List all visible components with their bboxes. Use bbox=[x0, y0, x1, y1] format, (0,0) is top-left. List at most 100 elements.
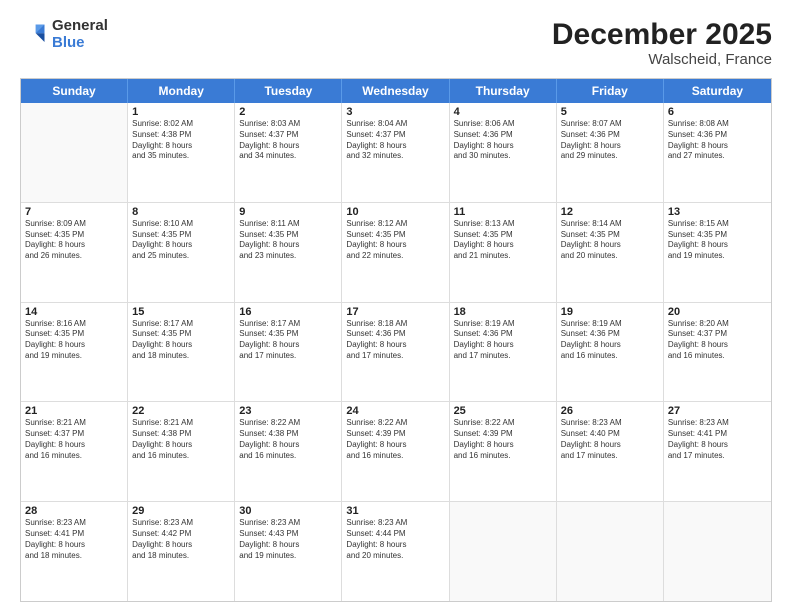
day-number: 9 bbox=[239, 206, 337, 218]
cell-info: Sunrise: 8:15 AM Sunset: 4:35 PM Dayligh… bbox=[668, 219, 767, 262]
calendar-cell: 3Sunrise: 8:04 AM Sunset: 4:37 PM Daylig… bbox=[342, 103, 449, 202]
day-number: 10 bbox=[346, 206, 444, 218]
day-number: 21 bbox=[25, 405, 123, 417]
cell-info: Sunrise: 8:22 AM Sunset: 4:39 PM Dayligh… bbox=[454, 418, 552, 461]
calendar-cell: 15Sunrise: 8:17 AM Sunset: 4:35 PM Dayli… bbox=[128, 303, 235, 402]
day-number: 4 bbox=[454, 106, 552, 118]
day-number: 24 bbox=[346, 405, 444, 417]
calendar-row-4: 28Sunrise: 8:23 AM Sunset: 4:41 PM Dayli… bbox=[21, 502, 771, 601]
calendar-cell: 21Sunrise: 8:21 AM Sunset: 4:37 PM Dayli… bbox=[21, 402, 128, 501]
day-number: 30 bbox=[239, 505, 337, 517]
header: General Blue December 2025 Walscheid, Fr… bbox=[20, 18, 772, 68]
cell-info: Sunrise: 8:10 AM Sunset: 4:35 PM Dayligh… bbox=[132, 219, 230, 262]
calendar-cell: 25Sunrise: 8:22 AM Sunset: 4:39 PM Dayli… bbox=[450, 402, 557, 501]
calendar-cell: 20Sunrise: 8:20 AM Sunset: 4:37 PM Dayli… bbox=[664, 303, 771, 402]
cell-info: Sunrise: 8:12 AM Sunset: 4:35 PM Dayligh… bbox=[346, 219, 444, 262]
calendar-cell: 7Sunrise: 8:09 AM Sunset: 4:35 PM Daylig… bbox=[21, 203, 128, 302]
header-day-wednesday: Wednesday bbox=[342, 79, 449, 103]
day-number: 17 bbox=[346, 306, 444, 318]
cell-info: Sunrise: 8:09 AM Sunset: 4:35 PM Dayligh… bbox=[25, 219, 123, 262]
calendar-cell: 11Sunrise: 8:13 AM Sunset: 4:35 PM Dayli… bbox=[450, 203, 557, 302]
calendar-cell: 12Sunrise: 8:14 AM Sunset: 4:35 PM Dayli… bbox=[557, 203, 664, 302]
logo-line1: General bbox=[52, 18, 108, 35]
cell-info: Sunrise: 8:07 AM Sunset: 4:36 PM Dayligh… bbox=[561, 119, 659, 162]
day-number: 1 bbox=[132, 106, 230, 118]
calendar-cell bbox=[664, 502, 771, 601]
logo-line2: Blue bbox=[52, 35, 108, 52]
day-number: 31 bbox=[346, 505, 444, 517]
calendar-cell: 18Sunrise: 8:19 AM Sunset: 4:36 PM Dayli… bbox=[450, 303, 557, 402]
cell-info: Sunrise: 8:18 AM Sunset: 4:36 PM Dayligh… bbox=[346, 319, 444, 362]
cell-info: Sunrise: 8:23 AM Sunset: 4:40 PM Dayligh… bbox=[561, 418, 659, 461]
day-number: 2 bbox=[239, 106, 337, 118]
day-number: 27 bbox=[668, 405, 767, 417]
calendar-cell: 17Sunrise: 8:18 AM Sunset: 4:36 PM Dayli… bbox=[342, 303, 449, 402]
calendar-row-2: 14Sunrise: 8:16 AM Sunset: 4:35 PM Dayli… bbox=[21, 303, 771, 403]
day-number: 14 bbox=[25, 306, 123, 318]
calendar-body: 1Sunrise: 8:02 AM Sunset: 4:38 PM Daylig… bbox=[21, 103, 771, 601]
calendar-cell: 24Sunrise: 8:22 AM Sunset: 4:39 PM Dayli… bbox=[342, 402, 449, 501]
calendar-cell bbox=[557, 502, 664, 601]
cell-info: Sunrise: 8:23 AM Sunset: 4:43 PM Dayligh… bbox=[239, 518, 337, 561]
header-day-monday: Monday bbox=[128, 79, 235, 103]
calendar-cell: 14Sunrise: 8:16 AM Sunset: 4:35 PM Dayli… bbox=[21, 303, 128, 402]
cell-info: Sunrise: 8:06 AM Sunset: 4:36 PM Dayligh… bbox=[454, 119, 552, 162]
calendar-cell: 2Sunrise: 8:03 AM Sunset: 4:37 PM Daylig… bbox=[235, 103, 342, 202]
calendar: SundayMondayTuesdayWednesdayThursdayFrid… bbox=[20, 78, 772, 602]
cell-info: Sunrise: 8:23 AM Sunset: 4:41 PM Dayligh… bbox=[668, 418, 767, 461]
cell-info: Sunrise: 8:21 AM Sunset: 4:37 PM Dayligh… bbox=[25, 418, 123, 461]
calendar-cell: 19Sunrise: 8:19 AM Sunset: 4:36 PM Dayli… bbox=[557, 303, 664, 402]
page-title: December 2025 bbox=[552, 18, 772, 51]
calendar-cell: 13Sunrise: 8:15 AM Sunset: 4:35 PM Dayli… bbox=[664, 203, 771, 302]
calendar-cell: 27Sunrise: 8:23 AM Sunset: 4:41 PM Dayli… bbox=[664, 402, 771, 501]
cell-info: Sunrise: 8:14 AM Sunset: 4:35 PM Dayligh… bbox=[561, 219, 659, 262]
cell-info: Sunrise: 8:11 AM Sunset: 4:35 PM Dayligh… bbox=[239, 219, 337, 262]
cell-info: Sunrise: 8:16 AM Sunset: 4:35 PM Dayligh… bbox=[25, 319, 123, 362]
day-number: 20 bbox=[668, 306, 767, 318]
day-number: 5 bbox=[561, 106, 659, 118]
logo-icon bbox=[20, 21, 48, 49]
calendar-cell bbox=[21, 103, 128, 202]
calendar-cell: 4Sunrise: 8:06 AM Sunset: 4:36 PM Daylig… bbox=[450, 103, 557, 202]
title-block: December 2025 Walscheid, France bbox=[552, 18, 772, 68]
calendar-cell: 23Sunrise: 8:22 AM Sunset: 4:38 PM Dayli… bbox=[235, 402, 342, 501]
cell-info: Sunrise: 8:23 AM Sunset: 4:41 PM Dayligh… bbox=[25, 518, 123, 561]
cell-info: Sunrise: 8:03 AM Sunset: 4:37 PM Dayligh… bbox=[239, 119, 337, 162]
cell-info: Sunrise: 8:23 AM Sunset: 4:44 PM Dayligh… bbox=[346, 518, 444, 561]
cell-info: Sunrise: 8:13 AM Sunset: 4:35 PM Dayligh… bbox=[454, 219, 552, 262]
calendar-cell: 30Sunrise: 8:23 AM Sunset: 4:43 PM Dayli… bbox=[235, 502, 342, 601]
day-number: 13 bbox=[668, 206, 767, 218]
calendar-cell: 8Sunrise: 8:10 AM Sunset: 4:35 PM Daylig… bbox=[128, 203, 235, 302]
day-number: 23 bbox=[239, 405, 337, 417]
header-day-friday: Friday bbox=[557, 79, 664, 103]
cell-info: Sunrise: 8:08 AM Sunset: 4:36 PM Dayligh… bbox=[668, 119, 767, 162]
day-number: 7 bbox=[25, 206, 123, 218]
calendar-cell: 29Sunrise: 8:23 AM Sunset: 4:42 PM Dayli… bbox=[128, 502, 235, 601]
day-number: 28 bbox=[25, 505, 123, 517]
calendar-cell: 16Sunrise: 8:17 AM Sunset: 4:35 PM Dayli… bbox=[235, 303, 342, 402]
calendar-header: SundayMondayTuesdayWednesdayThursdayFrid… bbox=[21, 79, 771, 103]
day-number: 15 bbox=[132, 306, 230, 318]
logo-text: General Blue bbox=[52, 18, 108, 51]
header-day-thursday: Thursday bbox=[450, 79, 557, 103]
calendar-row-3: 21Sunrise: 8:21 AM Sunset: 4:37 PM Dayli… bbox=[21, 402, 771, 502]
calendar-cell: 10Sunrise: 8:12 AM Sunset: 4:35 PM Dayli… bbox=[342, 203, 449, 302]
day-number: 18 bbox=[454, 306, 552, 318]
cell-info: Sunrise: 8:20 AM Sunset: 4:37 PM Dayligh… bbox=[668, 319, 767, 362]
calendar-cell: 22Sunrise: 8:21 AM Sunset: 4:38 PM Dayli… bbox=[128, 402, 235, 501]
calendar-cell: 28Sunrise: 8:23 AM Sunset: 4:41 PM Dayli… bbox=[21, 502, 128, 601]
header-day-sunday: Sunday bbox=[21, 79, 128, 103]
cell-info: Sunrise: 8:22 AM Sunset: 4:39 PM Dayligh… bbox=[346, 418, 444, 461]
day-number: 11 bbox=[454, 206, 552, 218]
day-number: 12 bbox=[561, 206, 659, 218]
day-number: 3 bbox=[346, 106, 444, 118]
cell-info: Sunrise: 8:19 AM Sunset: 4:36 PM Dayligh… bbox=[454, 319, 552, 362]
day-number: 6 bbox=[668, 106, 767, 118]
day-number: 29 bbox=[132, 505, 230, 517]
calendar-cell: 26Sunrise: 8:23 AM Sunset: 4:40 PM Dayli… bbox=[557, 402, 664, 501]
header-day-saturday: Saturday bbox=[664, 79, 771, 103]
cell-info: Sunrise: 8:04 AM Sunset: 4:37 PM Dayligh… bbox=[346, 119, 444, 162]
day-number: 25 bbox=[454, 405, 552, 417]
cell-info: Sunrise: 8:17 AM Sunset: 4:35 PM Dayligh… bbox=[239, 319, 337, 362]
day-number: 22 bbox=[132, 405, 230, 417]
